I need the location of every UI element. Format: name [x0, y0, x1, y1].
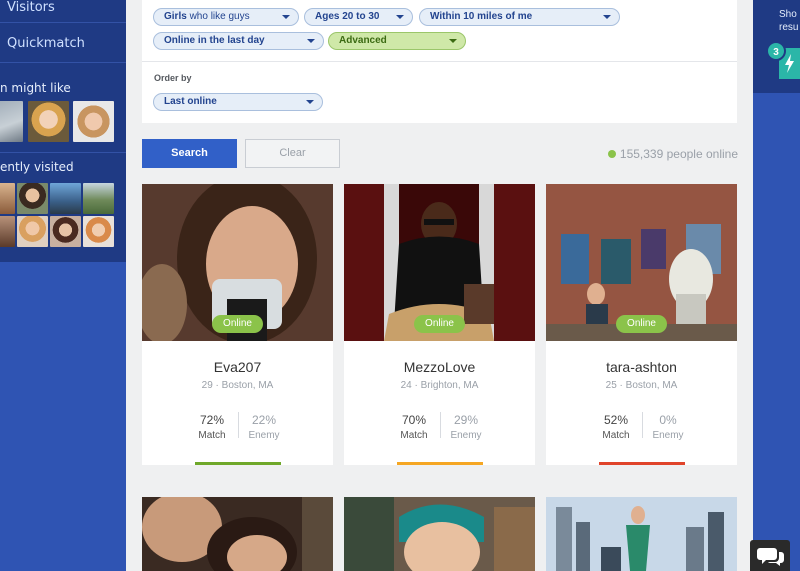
- might-like-thumb[interactable]: [73, 101, 114, 142]
- match-bar: [397, 462, 483, 465]
- match-stat: 52% Match: [591, 413, 641, 441]
- online-badge: Online: [616, 315, 667, 333]
- profile-meta: 29 · Boston, MA: [201, 380, 274, 391]
- order-by-dropdown[interactable]: Last online: [153, 93, 323, 111]
- might-like-thumb[interactable]: [28, 101, 69, 142]
- sidebar-item-visitors[interactable]: Visitors: [7, 0, 55, 15]
- chat-bubbles-icon: [757, 548, 784, 566]
- profile-card[interactable]: Online tara-ashton 25 · Boston, MA 52% M…: [546, 184, 737, 465]
- might-like-heading: n might like: [0, 81, 71, 95]
- recent-thumb[interactable]: [17, 183, 48, 214]
- show-results-text: Sho: [779, 9, 797, 20]
- might-like-thumb[interactable]: [0, 101, 23, 142]
- order-by-value: Last online: [164, 96, 217, 107]
- main-content: Girls who like guys Ages 20 to 30 Within…: [126, 0, 753, 571]
- profile-card-partial[interactable]: [344, 497, 535, 571]
- profile-name[interactable]: tara-ashton: [546, 359, 737, 375]
- online-dot-icon: [607, 150, 616, 158]
- profile-name[interactable]: Eva207: [142, 359, 333, 375]
- chevron-down-icon: [282, 15, 290, 19]
- enemy-percent: 22%: [251, 413, 277, 427]
- order-by-label: Order by: [154, 73, 192, 83]
- match-percent: 70%: [401, 413, 427, 427]
- search-button[interactable]: Search: [142, 139, 237, 168]
- panel-divider: [142, 61, 737, 62]
- online-count-text: 155,339 people online: [619, 147, 738, 161]
- gender-filter-sublabel: who like guys: [186, 11, 250, 22]
- right-sidebar: Sho resu 3: [753, 0, 800, 571]
- profile-card-partial[interactable]: [546, 497, 737, 571]
- enemy-label: Enemy: [248, 430, 280, 441]
- online-badge: Online: [212, 315, 263, 333]
- advanced-filter-dropdown[interactable]: Advanced: [328, 32, 466, 50]
- distance-filter-label: Within 10 miles of me: [430, 11, 533, 22]
- sidebar-divider: [0, 22, 126, 23]
- match-stat: 70% Match: [389, 413, 439, 441]
- sidebar-divider: [0, 152, 126, 153]
- recent-thumb[interactable]: [0, 183, 15, 214]
- chevron-down-icon: [396, 15, 404, 19]
- chevron-down-icon: [449, 39, 457, 43]
- clear-button[interactable]: Clear: [245, 139, 340, 168]
- age-filter-dropdown[interactable]: Ages 20 to 30: [304, 8, 413, 26]
- recent-thumb[interactable]: [50, 183, 81, 214]
- recent-thumb[interactable]: [50, 216, 81, 247]
- match-percent: 72%: [199, 413, 225, 427]
- profile-name[interactable]: MezzoLove: [344, 359, 535, 375]
- profile-card[interactable]: Online Eva207 29 · Boston, MA 72% Match …: [142, 184, 333, 465]
- match-label: Match: [602, 430, 630, 441]
- match-percent: 52%: [603, 413, 629, 427]
- left-sidebar: Visitors Quickmatch n might like ently v…: [0, 0, 126, 571]
- chevron-down-icon: [306, 100, 314, 104]
- sidebar-item-quickmatch[interactable]: Quickmatch: [7, 36, 85, 51]
- profile-card[interactable]: Online MezzoLove 24 · Brighton, MA 70% M…: [344, 184, 535, 465]
- gender-filter-label: Girls: [164, 11, 187, 22]
- match-label: Match: [198, 430, 226, 441]
- recently-visited-heading: ently visited: [0, 160, 74, 174]
- enemy-percent: 29%: [453, 413, 479, 427]
- filter-panel: Girls who like guys Ages 20 to 30 Within…: [142, 0, 737, 123]
- gender-filter-dropdown[interactable]: Girls who like guys: [153, 8, 299, 26]
- online-count: 155,339 people online: [607, 147, 738, 161]
- recent-thumb[interactable]: [0, 216, 15, 247]
- enemy-percent: 0%: [659, 413, 677, 427]
- chevron-down-icon: [307, 39, 315, 43]
- recent-thumb[interactable]: [83, 216, 114, 247]
- profile-card-partial[interactable]: [142, 497, 333, 571]
- show-results-text-2: resu: [779, 22, 799, 33]
- activity-filter-dropdown[interactable]: Online in the last day: [153, 32, 324, 50]
- enemy-stat: 0% Enemy: [643, 413, 693, 441]
- online-badge: Online: [414, 315, 465, 333]
- recent-thumb[interactable]: [83, 183, 114, 214]
- profile-meta: 25 · Boston, MA: [605, 380, 678, 391]
- enemy-label: Enemy: [450, 430, 482, 441]
- match-stat: 72% Match: [187, 413, 237, 441]
- match-bar: [195, 462, 281, 465]
- enemy-stat: 29% Enemy: [441, 413, 491, 441]
- sidebar-divider: [0, 62, 126, 63]
- boost-count-badge: 3: [766, 41, 786, 61]
- age-filter-label: Ages 20 to 30: [315, 11, 380, 22]
- enemy-stat: 22% Enemy: [239, 413, 289, 441]
- match-bar: [599, 462, 685, 465]
- activity-filter-label: Online in the last day: [164, 35, 265, 46]
- recent-thumb[interactable]: [17, 216, 48, 247]
- chevron-down-icon: [603, 15, 611, 19]
- match-label: Match: [400, 430, 428, 441]
- enemy-label: Enemy: [652, 430, 684, 441]
- advanced-filter-label: Advanced: [339, 35, 387, 46]
- profile-meta: 24 · Brighton, MA: [400, 380, 479, 391]
- chat-button[interactable]: [750, 540, 790, 571]
- distance-filter-dropdown[interactable]: Within 10 miles of me: [419, 8, 620, 26]
